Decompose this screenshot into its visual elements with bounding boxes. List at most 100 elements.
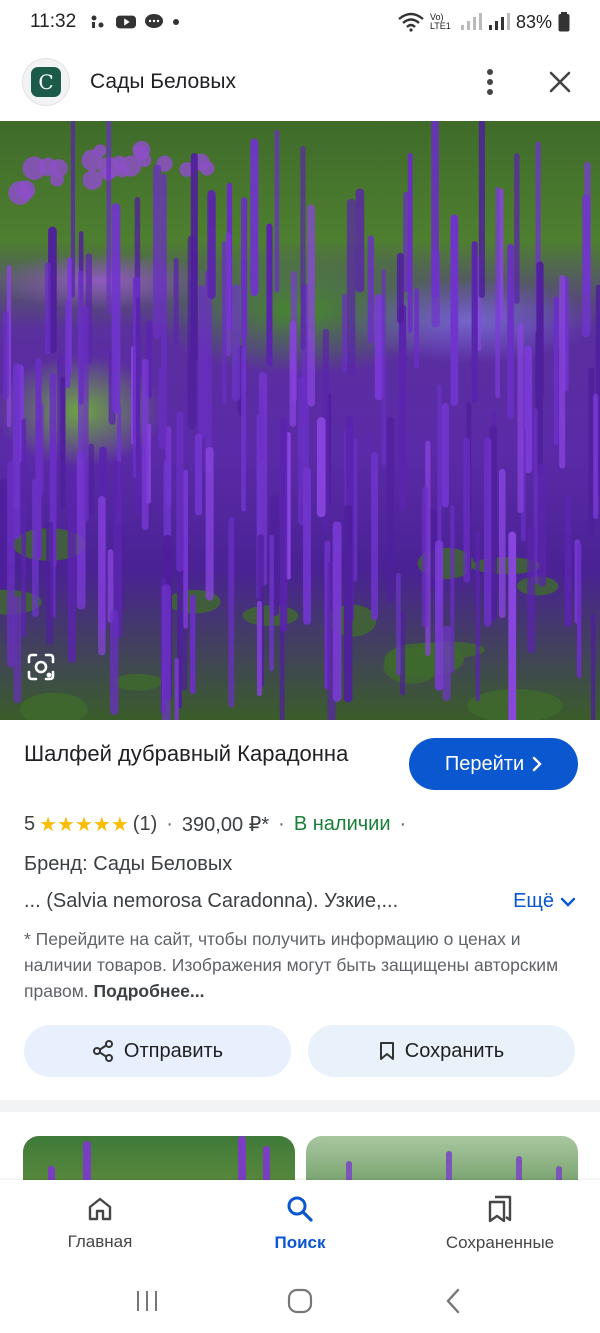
stock-status: В наличии	[293, 813, 391, 835]
system-navigation	[0, 1268, 600, 1333]
recent-apps-icon	[136, 1290, 157, 1311]
salvia-spike	[593, 393, 599, 519]
salvia-spike	[183, 469, 189, 629]
salvia-spike	[207, 190, 216, 300]
salvia-spike	[421, 486, 429, 628]
home-system-button[interactable]	[280, 1281, 320, 1321]
search-icon	[287, 1196, 313, 1222]
product-price: 390,00 ₽*	[181, 814, 270, 836]
salvia-spike	[221, 241, 227, 404]
home-icon	[88, 1197, 112, 1221]
allium-flower	[18, 184, 34, 200]
nav-search[interactable]: Поиск	[200, 1180, 400, 1268]
salvia-spike	[109, 609, 119, 715]
visit-site-button[interactable]: Перейти	[409, 738, 578, 790]
wifi-icon	[398, 12, 424, 32]
salvia-spike	[0, 478, 8, 590]
salvia-spike	[106, 121, 112, 314]
allium-flower	[82, 170, 103, 190]
salvia-spike	[475, 531, 480, 702]
status-bar: 11:32 Vo) LTE1 83%	[0, 0, 600, 44]
salvia-spike	[483, 437, 492, 627]
description-row: ... (Salvia nemorosa Caradonna). Узкие,.…	[24, 890, 576, 913]
salvia-spike	[316, 417, 326, 518]
salvia-spike	[582, 194, 591, 338]
salvia-spike	[141, 358, 149, 531]
close-icon	[549, 71, 571, 93]
salvia-spike	[88, 443, 95, 516]
home-circle-icon	[287, 1288, 313, 1313]
back-button[interactable]	[433, 1281, 473, 1321]
close-button[interactable]	[542, 64, 578, 100]
salvia-spike	[190, 594, 196, 694]
header-actions	[472, 64, 578, 100]
salvia-spike	[343, 504, 353, 703]
description-snippet: ... (Salvia nemorosa Caradonna). Узкие,.…	[24, 890, 399, 912]
bookmarks-icon	[488, 1195, 512, 1223]
salvia-spike	[198, 285, 206, 439]
reviews-count[interactable]: (1)	[133, 813, 157, 836]
more-options-button[interactable]	[472, 64, 508, 100]
brand-line: Бренд: Сады Беловых	[24, 853, 233, 875]
salvia-spike	[514, 153, 520, 304]
signal-icon-1	[460, 13, 482, 30]
salvia-spike	[450, 214, 459, 406]
salvia-spike	[442, 625, 451, 701]
network-label: Vo) LTE1	[429, 12, 451, 31]
chat-icon	[145, 14, 164, 28]
salvia-spike	[67, 471, 76, 663]
salvia-spike	[174, 658, 179, 720]
salvia-spike	[77, 270, 84, 460]
rating-value: 5	[24, 813, 36, 835]
salvia-spike	[342, 293, 348, 373]
bookmark-icon	[379, 1042, 394, 1060]
salvia-spike	[98, 496, 106, 656]
salvia-spike	[241, 346, 246, 512]
salvia-spike	[65, 300, 71, 388]
status-right: Vo) LTE1 83%	[398, 12, 570, 33]
nav-home[interactable]: Главная	[0, 1180, 200, 1268]
back-icon	[446, 1288, 460, 1313]
show-more-label: Ещё	[513, 890, 554, 912]
nav-saved[interactable]: Сохраненные	[400, 1180, 600, 1268]
salvia-spike	[280, 416, 288, 632]
battery-level: 83%	[515, 11, 552, 32]
salvia-spike	[403, 191, 411, 293]
salvia-spike	[527, 525, 536, 654]
site-name[interactable]: Сады Беловых	[90, 70, 236, 94]
salvia-spike	[591, 614, 596, 720]
salvia-spike	[536, 261, 544, 400]
salvia-spike	[498, 468, 506, 618]
salvia-spike	[111, 202, 121, 414]
allium-flower	[93, 144, 107, 157]
salvia-spike	[307, 204, 316, 407]
signal-icon-2	[488, 13, 510, 30]
save-button[interactable]: Сохранить	[308, 1025, 575, 1077]
product-image[interactable]	[0, 121, 600, 720]
lens-icon	[27, 653, 55, 681]
salvia-spike	[371, 452, 379, 621]
lens-button[interactable]	[26, 652, 72, 698]
more-vert-icon	[487, 69, 493, 95]
salvia-spike	[269, 534, 274, 672]
salvia-spike	[289, 320, 297, 427]
salvia-spike	[346, 198, 356, 376]
share-label: Отправить	[123, 1039, 224, 1062]
recent-apps-button[interactable]	[127, 1281, 167, 1321]
salvia-spike	[495, 186, 501, 399]
salvia-spike	[396, 573, 401, 676]
salvia-spike	[332, 521, 342, 702]
show-more-button[interactable]: Ещё	[513, 890, 576, 913]
salvia-spike	[136, 296, 141, 516]
salvia-spike	[300, 145, 306, 350]
salvia-spike	[161, 584, 171, 720]
site-logo[interactable]: С	[22, 58, 70, 106]
salvia-spike	[398, 304, 407, 511]
rating-stars-icon: ★★★★★	[39, 814, 129, 836]
learn-more-link[interactable]: Подробнее...	[94, 981, 205, 1001]
share-button[interactable]: Отправить	[24, 1025, 291, 1077]
salvia-spike	[46, 521, 54, 645]
site-logo-letter: С	[38, 70, 54, 94]
salvia-spike	[158, 367, 167, 450]
salvia-spike	[471, 241, 478, 404]
